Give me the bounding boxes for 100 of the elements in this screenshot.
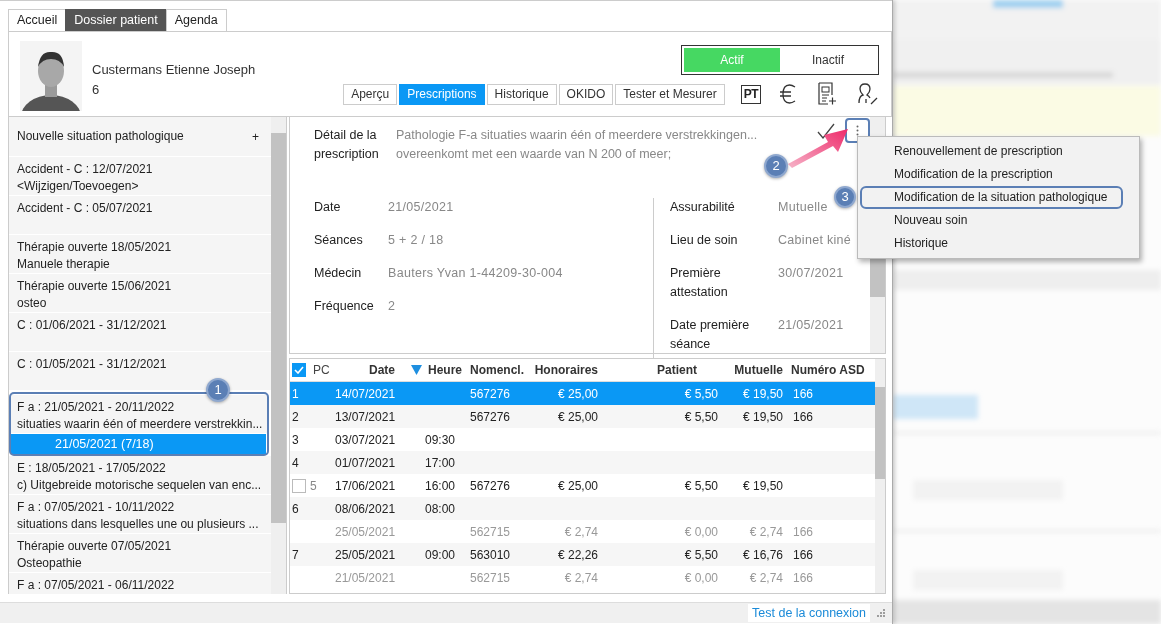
item-text: Accident - C : 12/07/2021 <box>17 161 154 178</box>
item-label: Nouvelle situation pathologique <box>17 128 184 145</box>
menu-item[interactable]: Modification de la prescription <box>860 163 1123 186</box>
table-cell: 166 <box>793 524 814 539</box>
table-cell: € 25,00 <box>557 478 598 493</box>
list-item[interactable]: Thérapie ouverte 15/06/2021 osteo <box>9 274 271 313</box>
list-item[interactable]: Thérapie ouverte 18/05/2021 Manuele therapie <box>9 235 271 274</box>
pt-badge-button[interactable]: PT <box>740 84 761 104</box>
table-cell: 166 <box>793 409 814 424</box>
table-cell: 17/06/2021 <box>335 478 396 493</box>
column-header[interactable]: Patient <box>657 363 697 377</box>
table-cell: € 0,00 <box>684 524 718 539</box>
column-header[interactable]: Nomencl. <box>470 363 524 377</box>
list-item[interactable]: Accident - C : 12/07/2021 <Wijzigen/Toevoegen> <box>9 157 271 196</box>
list-item[interactable]: Accident - C : 05/07/2021 <box>9 196 271 235</box>
table-cell: 7 <box>292 547 299 562</box>
list-item[interactable]: F a : 07/05/2021 - 10/11/2022 situations dans lesquelles une ou plusieurs ... <box>9 495 271 534</box>
table-cell: 17:00 <box>425 455 456 470</box>
item-text: F a : 07/05/2021 - 10/11/2022 <box>17 499 176 516</box>
field-value: 21/05/2021 <box>388 199 454 216</box>
table-cell: € 0,00 <box>684 570 718 585</box>
patient-number: 6 <box>92 81 101 99</box>
tab[interactable]: Tester et Mesurer <box>615 83 725 105</box>
table-cell: 166 <box>793 547 814 562</box>
menu-item[interactable]: Historique <box>860 232 1123 255</box>
menu-item[interactable]: Nouveau soin <box>860 209 1123 232</box>
field-value: Bauters Yvan 1-44209-30-004 <box>388 265 563 282</box>
field-value: 21/05/2021 <box>778 317 844 334</box>
tab[interactable]: OKIDO <box>558 83 614 105</box>
field-label: Médecin <box>314 265 363 282</box>
column-header[interactable]: Date <box>369 363 422 377</box>
item-text: C : 01/06/2021 - 31/12/2021 <box>17 317 168 334</box>
table-cell: 567276 <box>470 478 511 493</box>
item-text: Osteopathie <box>17 555 83 572</box>
table-cell: 09:30 <box>425 432 456 447</box>
nav-tab[interactable]: Agenda <box>165 9 227 31</box>
add-icon[interactable]: + <box>252 129 263 144</box>
menu-item[interactable]: Renouvellement de prescription <box>860 140 1123 163</box>
table-cell: 08:00 <box>425 501 456 516</box>
item-text: Accident - C : 05/07/2021 <box>17 200 154 217</box>
table-cell: 16:00 <box>425 478 456 493</box>
column-header[interactable]: Numéro ASD <box>791 363 865 377</box>
table-row[interactable]: 6 08/06/2021 08:00 <box>290 497 875 520</box>
checkbox[interactable] <box>292 363 306 377</box>
table-cell: 01/07/2021 <box>335 455 396 470</box>
connection-test-link[interactable]: Test de la connexion <box>748 604 870 622</box>
field-value: overeenkomt met een waarde van N 200 of meer; <box>396 146 673 163</box>
table-cell: 6 <box>292 501 299 516</box>
table-cell: 562715 <box>470 524 511 539</box>
list-item[interactable]: Nouvelle situation pathologique + <box>9 117 271 157</box>
table-cell: € 2,74 <box>564 524 598 539</box>
item-text: Thérapie ouverte 18/05/2021 <box>17 239 173 256</box>
tab[interactable]: Historique <box>486 83 557 105</box>
list-item[interactable]: F a : 07/05/2021 - 06/11/2022 <box>9 573 271 594</box>
table-row[interactable]: 4 01/07/2021 17:00 <box>290 451 875 474</box>
field-label: Lieu de soin <box>670 232 739 249</box>
field-label: Séances <box>314 232 364 249</box>
more-icon <box>856 125 859 136</box>
table-cell: 4 <box>292 455 299 470</box>
column-header[interactable]: Honoraires <box>534 363 598 377</box>
table-cell: € 22,26 <box>557 547 598 562</box>
item-text: Thérapie ouverte 07/05/2021 <box>17 538 173 555</box>
table-row[interactable]: 5 17/06/2021 16:00 567276 € 25,00 € 5,50 € 19,50 <box>290 474 875 497</box>
table-cell: 562715 <box>470 570 511 585</box>
table-cell: 25/05/2021 <box>335 524 396 539</box>
table-cell: 21/05/2021 <box>335 570 396 585</box>
table-row[interactable]: 3 03/07/2021 09:30 <box>290 428 875 451</box>
column-header[interactable]: PC <box>313 363 330 377</box>
table-cell: 166 <box>793 386 814 401</box>
nav-tab[interactable]: Dossier patient <box>65 9 167 31</box>
document-plus-icon[interactable] <box>817 82 837 106</box>
item-text: c) Uitgebreide motorische sequelen van enc... <box>17 477 263 494</box>
list-item[interactable]: Thérapie ouverte 07/05/2021 Osteopathie <box>9 534 271 573</box>
table-cell: € 5,50 <box>684 409 718 424</box>
table-cell: 1 <box>292 386 299 401</box>
menu-item[interactable]: Modification de la situation pathologique <box>860 186 1123 209</box>
table-cell: € 5,50 <box>684 478 718 493</box>
field-label: Assurabilité <box>670 199 736 216</box>
field-value: Cabinet kiné <box>778 232 852 249</box>
list-item[interactable]: F a : 21/05/2021 - 20/11/2022 situaties waarin één of meerdere verstrekkin... <box>10 395 267 434</box>
scrollbar[interactable] <box>875 359 885 593</box>
table-cell: € 16,76 <box>742 547 783 562</box>
table-cell: 5 <box>310 478 317 493</box>
list-item[interactable]: C : 01/06/2021 - 31/12/2021 <box>9 313 271 352</box>
table-cell: 03/07/2021 <box>335 432 396 447</box>
user-edit-icon[interactable] <box>855 82 879 106</box>
column-header[interactable]: Mutuelle <box>734 363 783 377</box>
table-cell: 567276 <box>470 409 511 424</box>
table-cell: € 2,74 <box>749 524 783 539</box>
table-cell: € 5,50 <box>684 386 718 401</box>
toggle-option[interactable]: Inactif <box>780 48 876 72</box>
scrollbar[interactable] <box>271 117 286 594</box>
tab[interactable]: Aperçu <box>343 83 398 105</box>
table-row[interactable]: 7 25/05/2021 09:00 563010 € 22,26 € 5,50 € 16,76 166 <box>290 543 875 566</box>
item-text: E : 18/05/2021 - 17/05/2022 <box>17 460 167 477</box>
table-cell: 567276 <box>470 386 511 401</box>
table-row[interactable]: 2 13/07/2021 567276 € 25,00 € 5,50 € 19,50 166 <box>290 405 875 428</box>
checkbox[interactable] <box>292 478 306 493</box>
column-header[interactable]: Heure <box>428 363 462 377</box>
list-item[interactable]: E : 18/05/2021 - 17/05/2022 c) Uitgebreide motorische sequelen van enc... <box>9 456 271 495</box>
